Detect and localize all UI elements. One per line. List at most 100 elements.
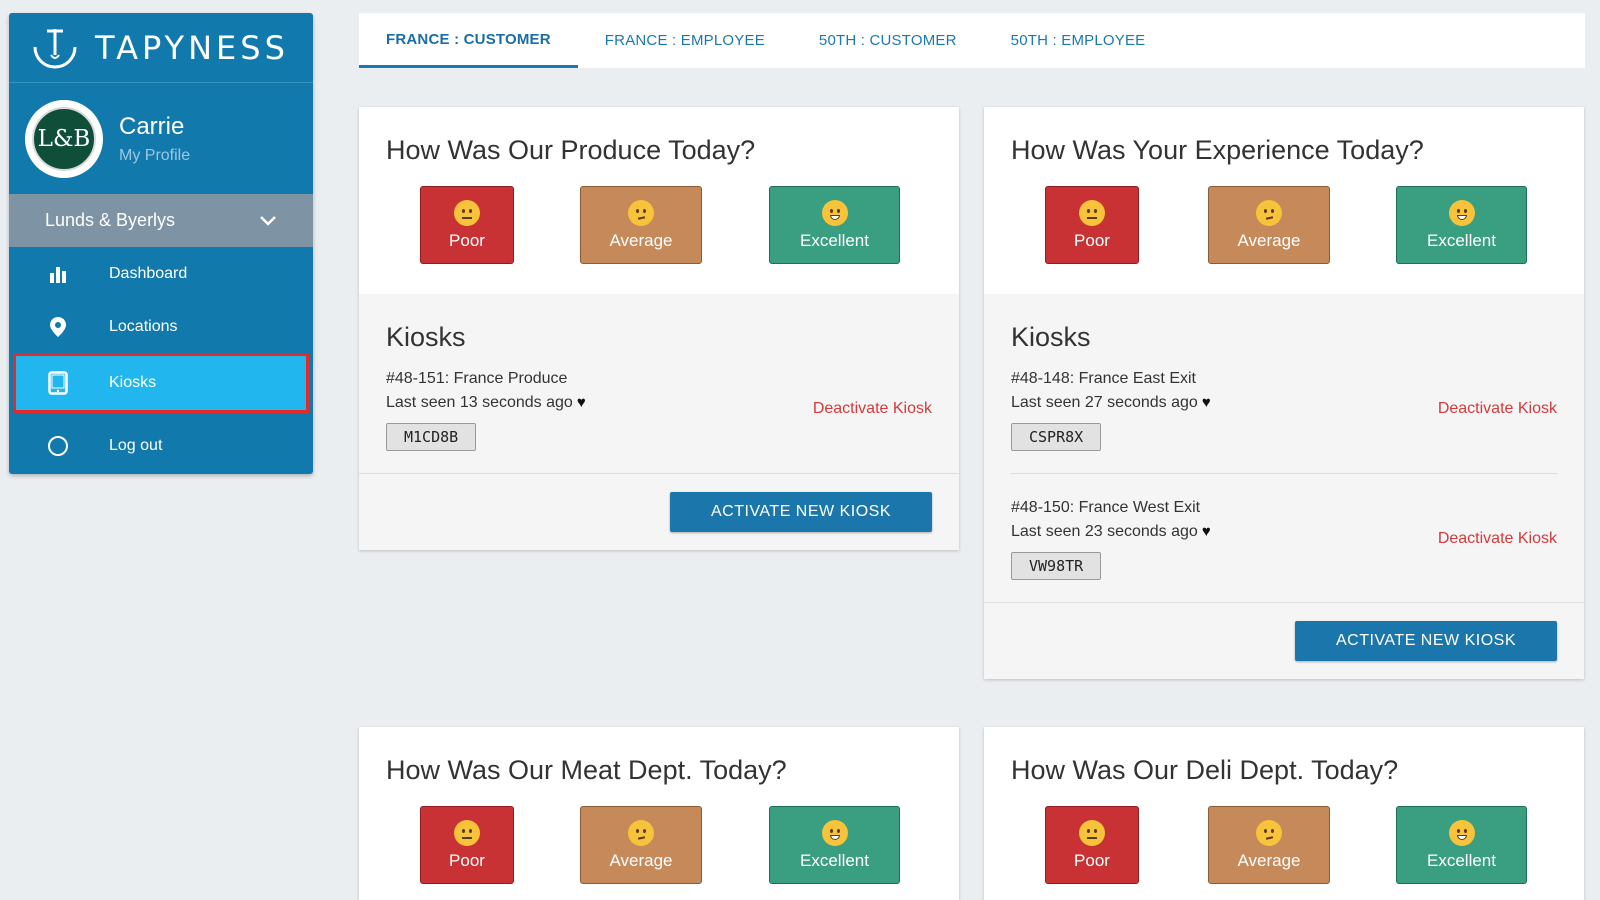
rating-label: Excellent <box>800 850 869 870</box>
tapyness-logo-icon <box>33 28 77 68</box>
survey-card-experience: How Was Your Experience Today? Poor Aver… <box>984 107 1584 679</box>
neutral-face-icon <box>1079 819 1105 846</box>
rating-label: Average <box>609 230 673 250</box>
rating-label: Poor <box>1074 850 1110 870</box>
nav-item-dashboard[interactable]: Dashboard <box>9 247 313 300</box>
rating-excellent-button[interactable]: Excellent <box>769 806 900 884</box>
rating-label: Excellent <box>800 230 869 250</box>
thinking-face-icon <box>628 819 654 846</box>
thinking-face-icon <box>1256 819 1282 846</box>
organization-name: Lunds & Byerlys <box>45 210 176 230</box>
kiosk-row: #48-150: France West Exit Last seen 23 s… <box>1011 473 1557 602</box>
kiosk-row: #48-151: France Produce Last seen 13 sec… <box>386 367 932 473</box>
kiosk-code-badge: VW98TR <box>1011 552 1102 580</box>
avatar[interactable]: L&B <box>25 99 103 178</box>
kiosks-section: Kiosks #48-151: France Produce Last seen… <box>359 294 959 473</box>
chevron-down-icon <box>260 215 276 226</box>
kiosk-row: #48-148: France East Exit Last seen 27 s… <box>1011 367 1557 473</box>
rating-average-button[interactable]: Average <box>580 806 702 884</box>
rating-poor-button[interactable]: Poor <box>420 186 514 264</box>
thinking-face-icon <box>628 199 654 226</box>
survey-question-title: How Was Our Produce Today? <box>386 135 756 165</box>
survey-question-title: How Was Your Experience Today? <box>1011 135 1424 165</box>
nav-item-label: Kiosks <box>109 374 157 391</box>
kiosk-last-seen: Last seen 27 seconds ago <box>1011 394 1198 411</box>
neutral-face-icon <box>454 819 480 846</box>
survey-card-deli: How Was Our Deli Dept. Today? Poor Avera… <box>984 727 1584 900</box>
nav-item-logout[interactable]: Log out <box>9 419 313 472</box>
deactivate-kiosk-link[interactable]: Deactivate Kiosk <box>1438 530 1557 548</box>
kiosk-last-seen: Last seen 23 seconds ago <box>1011 523 1198 540</box>
grinning-face-icon <box>1448 199 1475 226</box>
heart-icon: ♥ <box>576 394 586 411</box>
map-pin-icon <box>47 316 69 338</box>
kiosks-heading: Kiosks <box>386 322 466 352</box>
survey-card-meat: How Was Our Meat Dept. Today? Poor Avera… <box>359 727 959 900</box>
nav-item-label: Locations <box>109 317 178 335</box>
nav-item-label: Dashboard <box>109 264 188 282</box>
organization-selector[interactable]: Lunds & Byerlys <box>9 194 313 247</box>
rating-excellent-button[interactable]: Excellent <box>1396 806 1527 884</box>
rating-label: Average <box>609 850 673 870</box>
deactivate-kiosk-link[interactable]: Deactivate Kiosk <box>1438 400 1557 418</box>
kiosk-name: #48-151: France Produce <box>386 370 568 387</box>
rating-label: Excellent <box>1427 230 1496 250</box>
tab-france-employee[interactable]: FRANCE : EMPLOYEE <box>578 13 792 68</box>
brand-header[interactable]: TAPYNESS <box>9 13 313 83</box>
heart-icon: ♥ <box>1201 523 1211 540</box>
kiosk-name: #48-150: France West Exit <box>1011 499 1201 516</box>
activate-new-kiosk-button[interactable]: ACTIVATE NEW KIOSK <box>1295 621 1557 661</box>
card-footer: ACTIVATE NEW KIOSK <box>984 602 1584 679</box>
rating-average-button[interactable]: Average <box>1208 806 1330 884</box>
rating-label: Poor <box>1074 230 1110 250</box>
kiosks-heading: Kiosks <box>1011 322 1091 352</box>
tab-50th-customer[interactable]: 50TH : CUSTOMER <box>792 13 984 68</box>
rating-preview: Poor Average Excellent <box>1011 806 1557 896</box>
neutral-face-icon <box>454 199 480 226</box>
circle-icon <box>47 435 69 457</box>
profile-block[interactable]: L&B Carrie My Profile <box>9 83 313 194</box>
brand-name: TAPYNESS <box>95 28 289 67</box>
grinning-face-icon <box>821 819 848 846</box>
sidebar: TAPYNESS L&B Carrie My Profile Lunds & B… <box>9 13 313 474</box>
kiosks-section: Kiosks #48-148: France East Exit Last se… <box>984 294 1584 602</box>
rating-poor-button[interactable]: Poor <box>1045 186 1139 264</box>
survey-card-produce: How Was Our Produce Today? Poor Average … <box>359 107 959 550</box>
nav-item-label: Log out <box>109 436 163 454</box>
grinning-face-icon <box>821 199 848 226</box>
my-profile-link[interactable]: My Profile <box>119 147 190 165</box>
rating-excellent-button[interactable]: Excellent <box>769 186 900 264</box>
rating-label: Excellent <box>1427 850 1496 870</box>
rating-average-button[interactable]: Average <box>1208 186 1330 264</box>
thinking-face-icon <box>1256 199 1282 226</box>
deactivate-kiosk-link[interactable]: Deactivate Kiosk <box>813 400 932 418</box>
survey-question-title: How Was Our Deli Dept. Today? <box>1011 755 1399 785</box>
tablet-icon <box>47 371 69 395</box>
rating-label: Poor <box>449 230 485 250</box>
nav-item-kiosks[interactable]: Kiosks <box>13 353 309 413</box>
bar-chart-icon <box>47 263 69 285</box>
rating-label: Poor <box>449 850 485 870</box>
heart-icon: ♥ <box>1201 394 1211 411</box>
rating-excellent-button[interactable]: Excellent <box>1396 186 1527 264</box>
kiosk-name: #48-148: France East Exit <box>1011 370 1196 387</box>
rating-label: Average <box>1237 230 1301 250</box>
rating-preview: Poor Average Excellent <box>1011 186 1557 276</box>
rating-poor-button[interactable]: Poor <box>420 806 514 884</box>
kiosk-last-seen: Last seen 13 seconds ago <box>386 394 573 411</box>
neutral-face-icon <box>1079 199 1105 226</box>
rating-label: Average <box>1237 850 1301 870</box>
activate-new-kiosk-button[interactable]: ACTIVATE NEW KIOSK <box>670 492 932 532</box>
rating-poor-button[interactable]: Poor <box>1045 806 1139 884</box>
tab-france-customer[interactable]: FRANCE : CUSTOMER <box>359 13 578 68</box>
survey-tabs: FRANCE : CUSTOMER FRANCE : EMPLOYEE 50TH… <box>359 13 1585 68</box>
tab-50th-employee[interactable]: 50TH : EMPLOYEE <box>984 13 1173 68</box>
avatar-logo: L&B <box>32 106 96 171</box>
survey-question-title: How Was Our Meat Dept. Today? <box>386 755 787 785</box>
nav-item-locations[interactable]: Locations <box>9 300 313 353</box>
kiosk-code-badge: CSPR8X <box>1011 423 1102 451</box>
card-footer: ACTIVATE NEW KIOSK <box>359 473 959 550</box>
rating-preview: Poor Average Excellent <box>386 186 932 276</box>
rating-preview: Poor Average Excellent <box>386 806 932 896</box>
rating-average-button[interactable]: Average <box>580 186 702 264</box>
